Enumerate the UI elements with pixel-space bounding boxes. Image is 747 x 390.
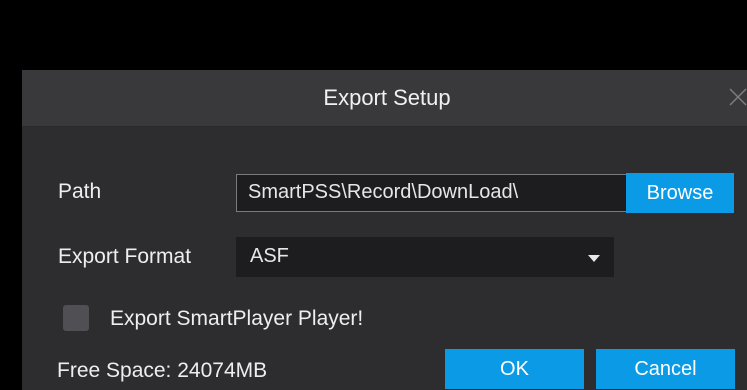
cancel-button[interactable]: Cancel (596, 349, 735, 389)
close-icon[interactable] (726, 85, 747, 109)
free-space-text: Free Space: 24074MB (57, 359, 268, 382)
export-format-label: Export Format (58, 245, 192, 268)
browse-button[interactable]: Browse (626, 173, 734, 213)
ok-button[interactable]: OK (445, 349, 584, 389)
export-format-value: ASF (250, 245, 289, 267)
export-smartplayer-label[interactable]: Export SmartPlayer Player! (110, 307, 363, 331)
path-field[interactable]: SmartPSS\Record\DownLoad\ (236, 174, 634, 212)
dialog-title: Export Setup (323, 85, 451, 110)
export-setup-dialog: Export Setup Path SmartPSS\Record\DownLo… (22, 70, 747, 390)
dialog-title-bar: Export Setup (22, 70, 747, 127)
export-smartplayer-checkbox[interactable] (63, 305, 89, 331)
chevron-down-icon (588, 255, 600, 262)
path-label: Path (58, 180, 102, 203)
export-format-select[interactable]: ASF (236, 237, 614, 277)
